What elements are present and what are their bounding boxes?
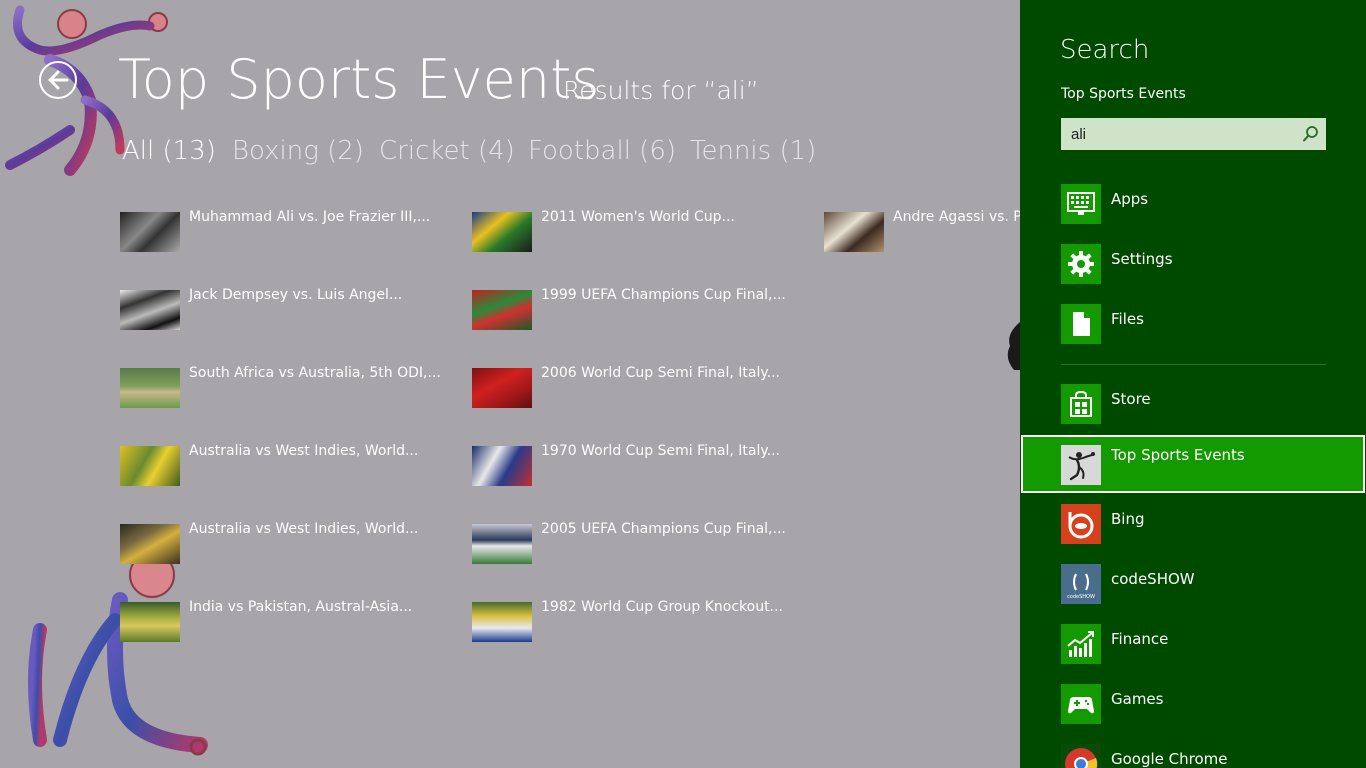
result-title: 1970 World Cup Semi Final, Italy... [541, 443, 781, 459]
result-title: India vs Pakistan, Austral-Asia... [189, 599, 413, 615]
result-title: 2005 UEFA Champions Cup Final,... [541, 521, 786, 537]
search-target-label: Store [1111, 390, 1151, 408]
search-scope-label: Top Sports Events [1061, 86, 1186, 102]
search-target-finance[interactable]: Finance [1020, 624, 1366, 682]
codeshow-tile: codeSHOW [1061, 564, 1101, 604]
gear-icon [1068, 251, 1094, 277]
result-item[interactable]: Andre Agassi vs. Pete [824, 209, 1020, 254]
chrome-icon [1065, 748, 1098, 768]
games-tile [1061, 684, 1101, 724]
result-item[interactable]: 2006 World Cup Semi Final, Italy... [472, 365, 812, 410]
result-thumbnail [120, 290, 180, 330]
search-target-settings[interactable]: Settings [1020, 244, 1366, 302]
result-item[interactable]: 2011 Women's World Cup... [472, 209, 812, 254]
top-sports-events-tile [1061, 445, 1101, 485]
back-button[interactable] [39, 61, 77, 99]
result-title: Andre Agassi vs. Pete [893, 209, 1020, 225]
filter-cricket[interactable]: Cricket (4) [379, 136, 515, 166]
bing-icon [1068, 512, 1094, 539]
result-thumbnail [472, 602, 532, 642]
result-title: Australia vs West Indies, World... [189, 443, 419, 459]
result-title: Australia vs West Indies, World... [189, 521, 419, 537]
codeshow-caption: codeSHOW [1067, 594, 1095, 600]
search-target-label: Top Sports Events [1111, 446, 1245, 464]
result-title: Muhammad Ali vs. Joe Frazier III,... [189, 209, 431, 225]
magnifier-icon[interactable] [1302, 125, 1320, 143]
result-thumbnail [120, 524, 180, 564]
filter-tennis[interactable]: Tennis (1) [690, 136, 816, 166]
search-target-label: Finance [1111, 630, 1169, 648]
search-box [1061, 118, 1326, 150]
finance-chart-icon [1067, 631, 1094, 657]
result-thumbnail [120, 446, 180, 486]
results-subtitle: Results for “ali” [563, 76, 759, 105]
page-title: Top Sports Events [118, 48, 600, 111]
result-title: 2011 Women's World Cup... [541, 209, 735, 225]
filter-all[interactable]: All (13) [122, 136, 216, 166]
filter-football[interactable]: Football (6) [528, 136, 676, 166]
finance-tile [1061, 624, 1101, 664]
result-item[interactable]: 2005 UEFA Champions Cup Final,... [472, 521, 812, 566]
result-title: 1999 UEFA Champions Cup Final,... [541, 287, 786, 303]
apps-tile [1061, 184, 1101, 224]
back-arrow-icon [48, 70, 69, 90]
search-target-google-chrome[interactable]: Google Chrome [1020, 744, 1366, 768]
result-item[interactable]: South Africa vs Australia, 5th ODI,... [120, 365, 460, 410]
result-item[interactable]: Jack Dempsey vs. Luis Angel... [120, 287, 460, 332]
app-canvas: Top Sports Events Results for “ali” All … [0, 0, 1020, 768]
keyboard-icon [1067, 192, 1095, 215]
result-title: 2006 World Cup Semi Final, Italy... [541, 365, 781, 381]
sports-figure-decoration-bottom [28, 552, 208, 756]
search-target-label: Bing [1111, 510, 1145, 528]
search-target-top-sports-events[interactable]: Top Sports Events [1021, 435, 1365, 493]
settings-tile [1061, 244, 1101, 284]
search-target-codeshow[interactable]: codeSHOW codeSHOW [1020, 564, 1366, 622]
search-target-files[interactable]: Files [1020, 304, 1366, 362]
result-thumbnail [472, 446, 532, 486]
result-thumbnail [120, 368, 180, 408]
sports-app-icon [1068, 452, 1095, 481]
result-title: 1982 World Cup Group Knockout... [541, 599, 783, 615]
partial-figure-decoration [1007, 322, 1020, 370]
search-target-label: Apps [1111, 190, 1149, 208]
store-tile [1061, 384, 1101, 424]
bing-tile [1061, 504, 1101, 544]
result-title: Jack Dempsey vs. Luis Angel... [189, 287, 403, 303]
charm-title: Search [1060, 35, 1150, 65]
result-item[interactable]: India vs Pakistan, Austral-Asia... [120, 599, 460, 644]
search-target-apps[interactable]: Apps [1020, 184, 1366, 242]
search-charm-pane: Search Top Sports Events Apps [1020, 0, 1366, 768]
search-input[interactable] [1061, 118, 1293, 150]
result-item[interactable]: Muhammad Ali vs. Joe Frazier III,... [120, 209, 460, 254]
chrome-tile [1061, 744, 1101, 768]
result-thumbnail [120, 602, 180, 642]
result-item[interactable]: Australia vs West Indies, World... [120, 521, 460, 566]
result-thumbnail [472, 368, 532, 408]
result-item[interactable]: 1999 UEFA Champions Cup Final,... [472, 287, 812, 332]
search-target-label: Google Chrome [1111, 750, 1228, 768]
search-target-label: codeSHOW [1111, 570, 1195, 588]
result-thumbnail [824, 212, 884, 252]
result-item[interactable]: 1970 World Cup Semi Final, Italy... [472, 443, 812, 488]
result-item[interactable]: 1982 World Cup Group Knockout... [472, 599, 812, 644]
search-target-games[interactable]: Games [1020, 684, 1366, 742]
result-thumbnail [472, 524, 532, 564]
filter-boxing[interactable]: Boxing (2) [232, 136, 364, 166]
result-thumbnail [472, 212, 532, 252]
search-target-label: Games [1111, 690, 1164, 708]
search-target-bing[interactable]: Bing [1020, 504, 1366, 562]
document-icon [1073, 312, 1090, 336]
gamepad-icon [1068, 697, 1094, 714]
search-target-label: Files [1111, 310, 1144, 328]
search-target-label: Settings [1111, 250, 1173, 268]
result-title: South Africa vs Australia, 5th ODI,... [189, 365, 441, 381]
store-bag-icon [1070, 390, 1092, 417]
files-tile [1061, 304, 1101, 344]
result-thumbnail [472, 290, 532, 330]
charm-divider [1061, 364, 1326, 365]
result-item[interactable]: Australia vs West Indies, World... [120, 443, 460, 488]
result-thumbnail [120, 212, 180, 252]
search-target-store[interactable]: Store [1020, 384, 1366, 442]
